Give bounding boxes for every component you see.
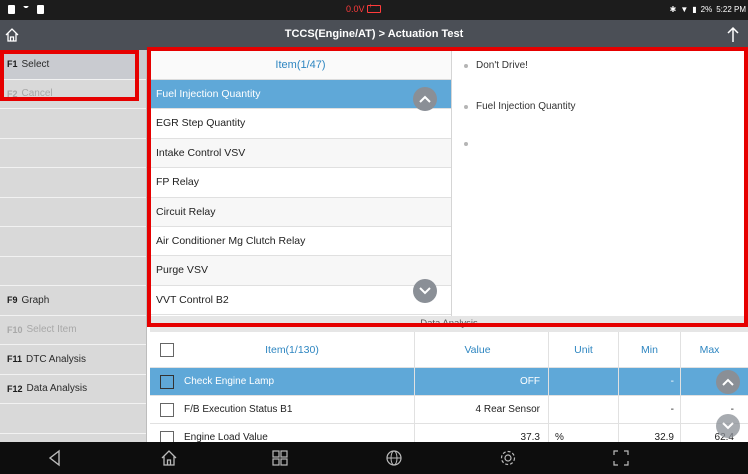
table-scroll-up-button[interactable]: [716, 370, 740, 394]
row-unit: [548, 368, 618, 395]
chevron-up-icon: [419, 95, 431, 103]
row-checkbox[interactable]: [160, 374, 174, 389]
f1-select-button[interactable]: F1 Select: [0, 50, 146, 80]
info-item-name: Fuel Injection Quantity: [476, 101, 576, 112]
table-header-row: Item(1/130) Value Unit Min Max: [150, 332, 748, 368]
android-nav-bar: [0, 442, 748, 474]
chevron-down-icon: [722, 422, 734, 430]
info-warning: Don't Drive!: [476, 60, 528, 71]
list-item[interactable]: Purge VSV: [150, 256, 451, 286]
notification-icon: [8, 5, 15, 14]
battery-percent: 2%: [700, 5, 713, 14]
column-header-unit: Unit: [548, 332, 618, 367]
scroll-down-button[interactable]: [413, 279, 437, 303]
title-bar: TCCS(Engine/AT) > Actuation Test: [0, 20, 748, 50]
bluetooth-icon: ✱: [669, 5, 677, 14]
clock: 5:22 PM: [716, 5, 746, 14]
data-analysis-table: Item(1/130) Value Unit Min Max Check Eng…: [150, 332, 748, 452]
list-item[interactable]: Intake Control VSV: [150, 138, 451, 169]
bullet-icon: [464, 63, 468, 68]
f12-key: F12: [7, 383, 23, 394]
row-unit: [548, 396, 618, 423]
scroll-up-button[interactable]: [413, 87, 437, 111]
sidebar-empty-slot: [0, 109, 146, 139]
info-line: Don't Drive!: [464, 60, 528, 71]
column-header-min: Min: [618, 332, 680, 367]
row-item: F/B Execution Status B1: [184, 404, 293, 415]
select-all-checkbox[interactable]: [160, 342, 174, 357]
battery-icon: ▮: [692, 5, 697, 14]
home-icon[interactable]: [160, 449, 178, 467]
row-item: Check Engine Lamp: [184, 376, 275, 387]
voltage-value: 0.0V: [346, 4, 365, 14]
function-key-sidebar: F1 Select F2 Cancel F9 Graph F10 Select …: [0, 50, 147, 442]
f12-data-analysis-button[interactable]: F12 Data Analysis: [0, 375, 146, 404]
f11-key: F11: [7, 354, 23, 365]
column-header-value: Value: [414, 332, 548, 367]
table-row[interactable]: F/B Execution Status B1 4 Rear Sensor - …: [150, 396, 748, 424]
back-icon[interactable]: [46, 449, 64, 467]
f10-key: F10: [7, 324, 23, 335]
chevron-up-icon: [722, 378, 734, 386]
wifi-icon: ▼: [680, 5, 689, 14]
upload-arrow-icon[interactable]: [726, 26, 740, 44]
f9-label: Graph: [21, 294, 50, 306]
item-info-panel: Don't Drive! Fuel Injection Quantity: [452, 50, 748, 323]
bullet-icon: [464, 104, 468, 109]
table-row[interactable]: Check Engine Lamp OFF - -: [150, 368, 748, 396]
actuation-item-list: Item(1/47) Fuel Injection Quantity EGR S…: [150, 50, 452, 323]
f1-label: Select: [21, 58, 50, 70]
row-min: -: [618, 368, 680, 395]
column-header-max: Max: [680, 332, 738, 367]
info-line: Fuel Injection Quantity: [464, 101, 576, 112]
sidebar-empty-slot: [0, 139, 146, 168]
row-value: OFF: [414, 368, 548, 395]
sidebar-empty-slot: [0, 227, 146, 257]
car-battery-icon: [366, 3, 381, 13]
row-value: 4 Rear Sensor: [414, 396, 548, 423]
f2-key: F2: [7, 88, 18, 99]
screenshot-icon[interactable]: [612, 449, 630, 467]
table-scroll-down-button[interactable]: [716, 414, 740, 438]
item-list-header: Item(1/47): [150, 50, 451, 80]
list-item[interactable]: Circuit Relay: [150, 197, 451, 227]
info-line: [464, 142, 476, 146]
data-analysis-label: Data Analysis: [150, 316, 748, 332]
row-min: -: [618, 396, 680, 423]
status-icons-left: [8, 5, 44, 14]
f12-label: Data Analysis: [26, 383, 88, 395]
status-icons-right: ✱ ▼ ▮ 2% 5:22 PM: [670, 5, 746, 14]
recent-apps-icon[interactable]: [271, 449, 289, 467]
f1-key: F1: [7, 59, 18, 70]
f10-label: Select Item: [26, 324, 77, 336]
chevron-down-icon: [419, 287, 431, 295]
list-item[interactable]: Fuel Injection Quantity: [150, 80, 451, 110]
bullet-icon: [464, 142, 468, 146]
f2-label: Cancel: [21, 88, 53, 100]
f11-dtc-analysis-button[interactable]: F11 DTC Analysis: [0, 345, 146, 375]
list-item[interactable]: FP Relay: [150, 168, 451, 198]
list-item[interactable]: EGR Step Quantity: [150, 109, 451, 139]
status-bar: 0.0V ✱ ▼ ▮ 2% 5:22 PM: [0, 0, 748, 20]
upload-icon: [23, 5, 29, 14]
sidebar-empty-slot: [0, 257, 146, 286]
settings-gear-icon[interactable]: [499, 449, 517, 467]
voltage-indicator: 0.0V: [346, 3, 381, 14]
row-checkbox[interactable]: [160, 402, 174, 417]
column-header-item: Item(1/130): [265, 343, 319, 356]
f9-graph-button[interactable]: F9 Graph: [0, 286, 146, 316]
list-item[interactable]: VVT Control B2: [150, 286, 451, 316]
f10-select-item-button[interactable]: F10 Select Item: [0, 316, 146, 345]
sidebar-empty-slot: [0, 168, 146, 198]
f9-key: F9: [7, 295, 18, 306]
sidebar-empty-slot: [0, 198, 146, 227]
f2-cancel-button[interactable]: F2 Cancel: [0, 80, 146, 109]
page-title: TCCS(Engine/AT) > Actuation Test: [284, 28, 464, 40]
sidebar-empty-slot: [0, 404, 146, 434]
list-item[interactable]: Air Conditioner Mg Clutch Relay: [150, 227, 451, 257]
sim-icon: [37, 5, 44, 14]
f11-label: DTC Analysis: [26, 353, 87, 365]
globe-icon[interactable]: [385, 449, 403, 467]
